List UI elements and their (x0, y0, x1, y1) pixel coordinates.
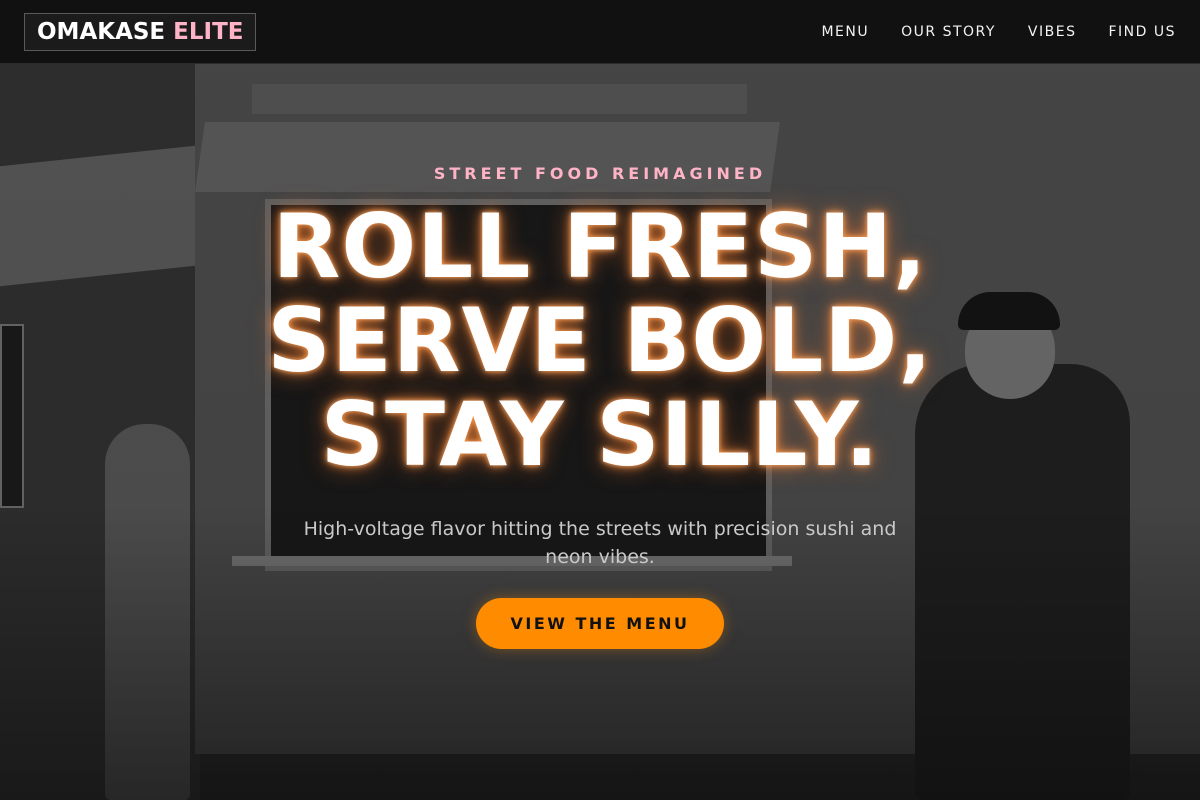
headline-line-2: SERVE BOLD, (267, 289, 933, 392)
logo-word-omakase: OMAKASE (37, 19, 166, 45)
logo-word-elite: ELITE (173, 19, 244, 45)
hero-subhead: High-voltage flavor hitting the streets … (303, 518, 897, 568)
nav-links: MENU OUR STORY VIBES FIND US (821, 0, 1176, 64)
headline-line-3: STAY SILLY. (320, 383, 880, 486)
nav-link-menu[interactable]: MENU (821, 24, 869, 40)
view-menu-button[interactable]: VIEW THE MENU (476, 598, 724, 649)
nav-link-our-story[interactable]: OUR STORY (901, 24, 996, 40)
nav-link-vibes[interactable]: VIBES (1028, 24, 1077, 40)
headline-line-1: ROLL FRESH, (272, 195, 928, 298)
nav-link-find-us[interactable]: FIND US (1108, 24, 1176, 40)
hero-eyebrow: STREET FOOD REIMAGINED (433, 164, 767, 183)
navbar: OMAKASE ELITE MENU OUR STORY VIBES FIND … (0, 0, 1200, 64)
hero-headline: ROLL FRESH, SERVE BOLD, STAY SILLY. (0, 200, 1200, 482)
brand-logo[interactable]: OMAKASE ELITE (24, 13, 257, 51)
